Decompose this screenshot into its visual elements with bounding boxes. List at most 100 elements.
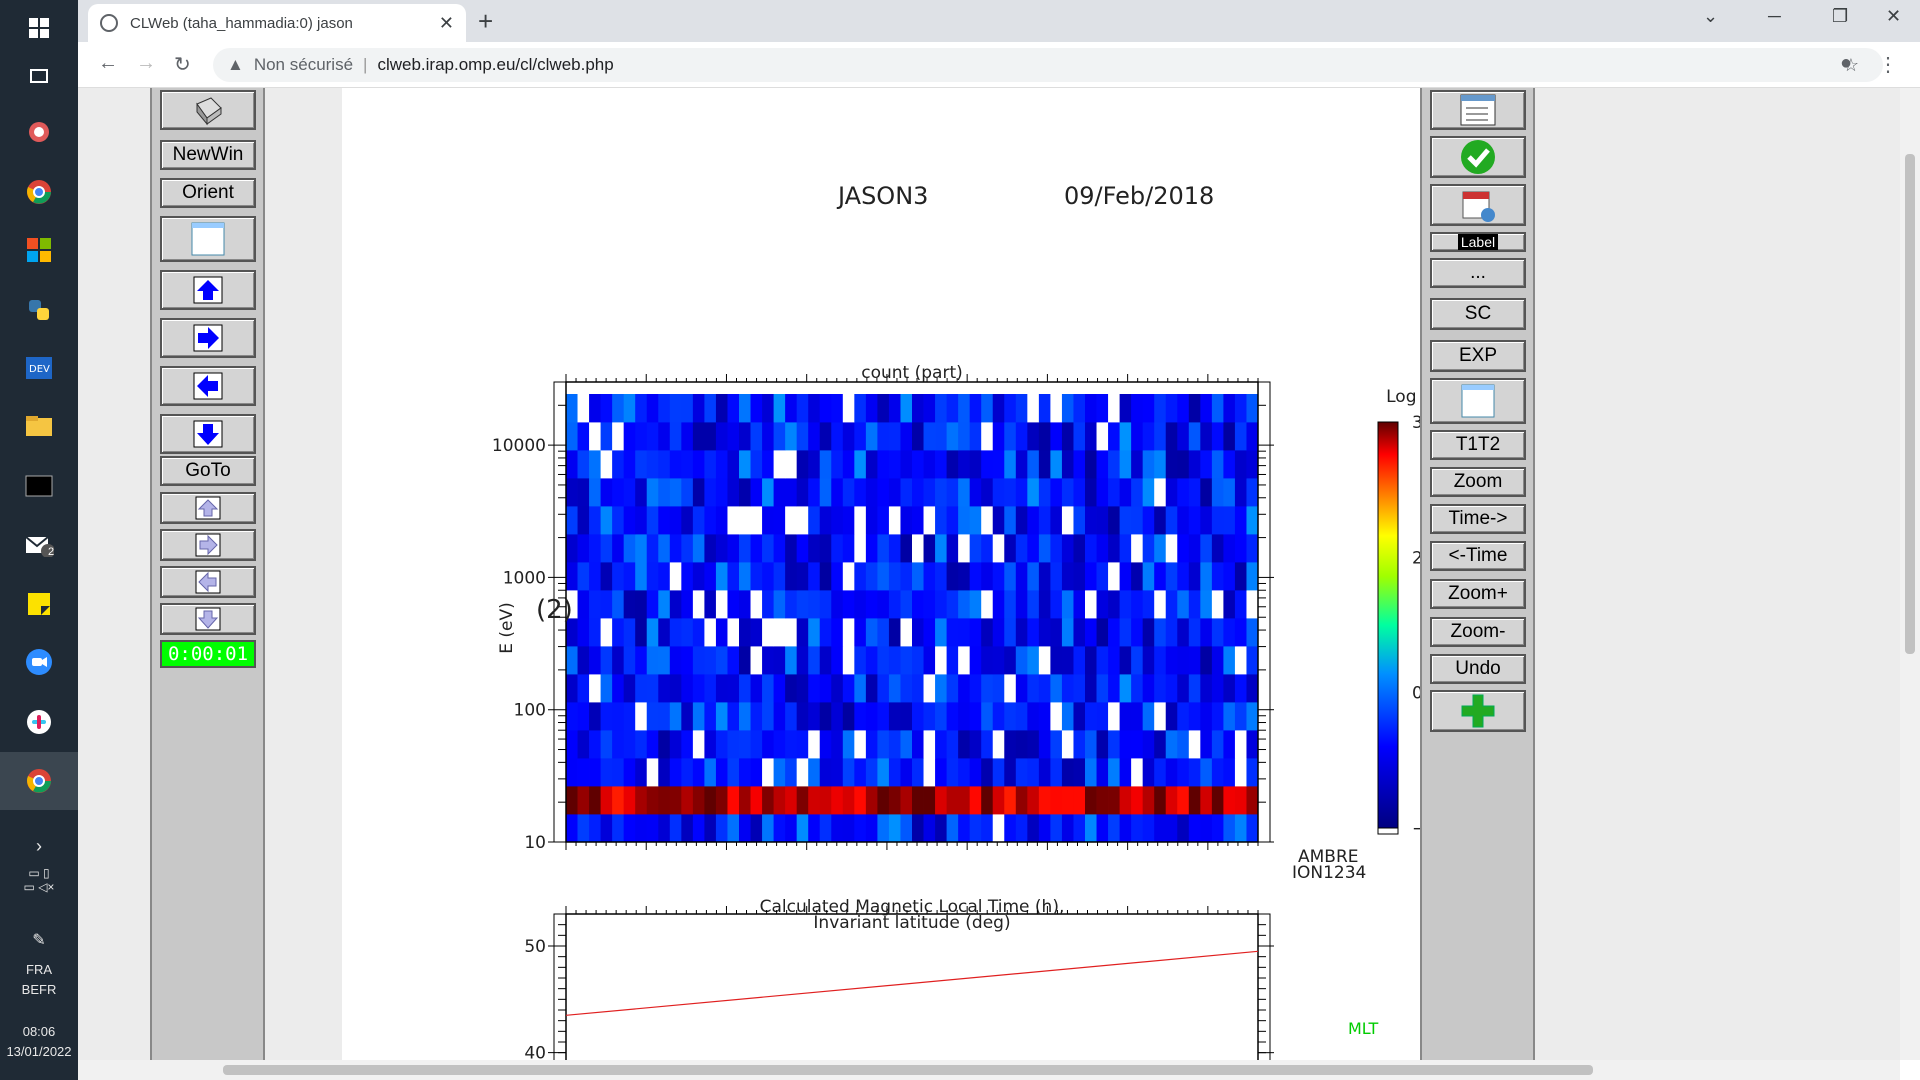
sc-button[interactable]: SC: [1430, 298, 1526, 330]
calendar-button[interactable]: [1430, 184, 1526, 226]
heatmap-cell: [935, 814, 947, 843]
small-right-button[interactable]: [160, 529, 256, 561]
add-panel-button[interactable]: [1430, 690, 1526, 732]
back-icon[interactable]: ←: [98, 52, 118, 75]
warning-icon[interactable]: ▲: [227, 55, 244, 75]
undo-button[interactable]: Undo: [1430, 654, 1526, 684]
forward-icon[interactable]: →: [136, 52, 156, 75]
heatmap-cell: [796, 450, 809, 479]
time-back-button[interactable]: <-Time: [1430, 541, 1526, 571]
clock-time[interactable]: 08:06: [0, 1024, 78, 1039]
small-up-button[interactable]: [160, 492, 256, 524]
heatmap-cell: [1085, 394, 1097, 423]
profile-icon[interactable]: ●: [1840, 52, 1852, 75]
scroll-down-button[interactable]: [160, 414, 256, 454]
heatmap-cell: [681, 618, 694, 647]
vertical-scrollbar[interactable]: [1900, 88, 1920, 1060]
blank-window-button[interactable]: [1430, 378, 1526, 424]
validate-button[interactable]: [1430, 136, 1526, 178]
horizontal-scroll-thumb[interactable]: [223, 1065, 1593, 1075]
heatmap-cell: [635, 450, 648, 479]
task-view-icon[interactable]: [0, 48, 78, 104]
heatmap-cell: [1015, 730, 1028, 759]
slack-icon[interactable]: [0, 694, 78, 750]
minimize-icon[interactable]: ─: [1768, 6, 1781, 27]
heatmap-cell: [1038, 758, 1051, 787]
app-icon[interactable]: [0, 104, 78, 160]
lang-line1[interactable]: FRA: [0, 962, 78, 977]
label-button[interactable]: Label: [1430, 232, 1526, 252]
heatmap-cell: [750, 814, 763, 843]
window-button[interactable]: [160, 216, 256, 262]
heatmap-cell: [658, 814, 671, 843]
heatmap-cell: [1188, 478, 1201, 507]
heatmap-cell: [704, 646, 717, 675]
goto-button[interactable]: GoTo: [160, 456, 256, 486]
heatmap-cell: [1096, 394, 1109, 423]
time-forward-button[interactable]: Time->: [1430, 504, 1526, 534]
menu-icon[interactable]: ⋮: [1878, 52, 1898, 77]
reload-icon[interactable]: ↻: [174, 52, 191, 77]
panel-list-button[interactable]: [1430, 90, 1526, 130]
heatmap-cell: [750, 394, 763, 423]
heatmap-cell: [646, 422, 659, 451]
orient-button[interactable]: Orient: [160, 178, 256, 208]
heatmap-cell: [842, 758, 855, 787]
python-icon[interactable]: [0, 282, 78, 338]
scroll-right-button[interactable]: [160, 318, 256, 358]
small-down-button[interactable]: [160, 603, 256, 635]
heatmap-cell: [1234, 702, 1247, 731]
zoom-minus-button[interactable]: Zoom-: [1430, 617, 1526, 647]
vertical-scroll-thumb[interactable]: [1905, 154, 1915, 654]
chevron-right-icon[interactable]: ›: [0, 836, 78, 857]
terminal-icon[interactable]: [0, 458, 78, 514]
sticky-notes-icon[interactable]: [0, 576, 78, 632]
scroll-left-button[interactable]: [160, 366, 256, 406]
heatmap-cell: [981, 702, 994, 731]
t1t2-button[interactable]: T1T2: [1430, 430, 1526, 460]
heatmap-cell: [1177, 786, 1190, 815]
newwin-button[interactable]: NewWin: [160, 140, 256, 170]
heatmap-cell: [566, 534, 578, 563]
tray-icons[interactable]: ▭ ▯ ▭ ◁×: [0, 866, 78, 894]
close-tab-icon[interactable]: ✕: [439, 13, 454, 34]
heatmap-cell: [1177, 562, 1190, 591]
lang-line2[interactable]: BEFR: [0, 982, 78, 997]
new-tab-icon[interactable]: +: [478, 6, 493, 37]
close-window-icon[interactable]: ✕: [1886, 6, 1901, 27]
more-button[interactable]: ...: [1430, 258, 1526, 288]
url-text[interactable]: clweb.irap.omp.eu/cl/clweb.php: [377, 55, 613, 75]
heatmap-cell: [1131, 450, 1144, 479]
insecure-label[interactable]: Non sécurisé: [254, 55, 353, 75]
file-explorer-icon[interactable]: [0, 398, 78, 454]
devcpp-icon[interactable]: DEV: [0, 340, 78, 396]
label-button-text[interactable]: Label: [1457, 234, 1499, 250]
office-icon[interactable]: [0, 222, 78, 278]
pen-icon[interactable]: ✎: [0, 930, 78, 950]
zoom-plus-button[interactable]: Zoom+: [1430, 579, 1526, 609]
heatmap-cell: [808, 450, 821, 479]
restore-icon[interactable]: ❐: [1832, 6, 1848, 27]
colorbar: [1377, 421, 1399, 829]
heatmap-cell: [842, 618, 855, 647]
clock-date[interactable]: 13/01/2022: [0, 1044, 78, 1059]
chrome-icon[interactable]: [0, 164, 78, 220]
horizontal-scrollbar[interactable]: [78, 1060, 1900, 1080]
heatmap-cell: [912, 618, 924, 647]
small-left-button[interactable]: [160, 566, 256, 598]
zoom-icon[interactable]: [0, 634, 78, 690]
heatmap-cell: [854, 450, 867, 479]
mail-icon[interactable]: 2: [0, 516, 78, 572]
exp-button[interactable]: EXP: [1430, 340, 1526, 372]
heatmap-cell: [1234, 506, 1247, 535]
browser-tab[interactable]: CLWeb (taha_hammadia:0) jason ✕: [88, 4, 466, 42]
heatmap-cell: [692, 450, 705, 479]
heatmap-cell: [1096, 506, 1109, 535]
scroll-up-button[interactable]: [160, 270, 256, 310]
heatmap-cell: [831, 506, 844, 535]
tab-search-icon[interactable]: ⌄: [1703, 6, 1718, 27]
chrome-active-icon[interactable]: [0, 752, 78, 810]
address-bar[interactable]: ▲ Non sécurisé | clweb.irap.omp.eu/cl/cl…: [213, 48, 1883, 82]
print-button[interactable]: [160, 90, 256, 130]
zoom-button[interactable]: Zoom: [1430, 467, 1526, 497]
